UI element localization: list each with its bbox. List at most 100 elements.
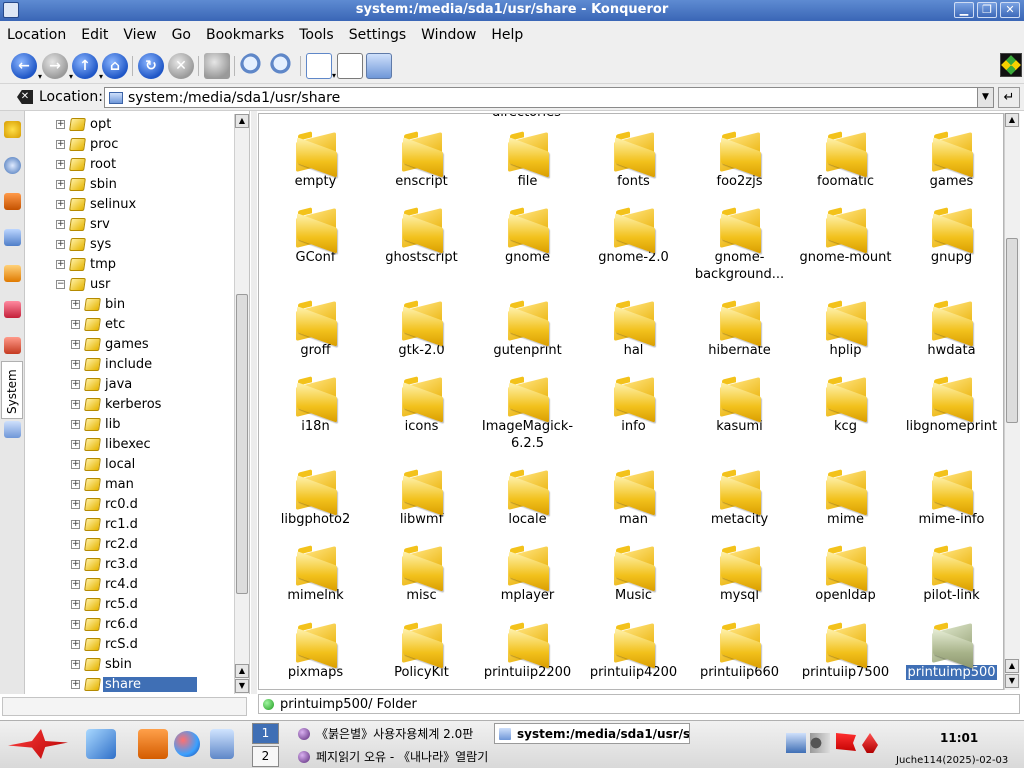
tree-item-rc1-d[interactable]: + rc1.d — [71, 514, 140, 534]
expand-icon[interactable]: + — [71, 299, 80, 309]
folder-item-kcg[interactable]: kcg — [793, 372, 898, 435]
up-dropdown-icon[interactable]: ▾ — [99, 72, 103, 81]
expand-icon[interactable]: + — [71, 639, 80, 649]
tree-item-rc6-d[interactable]: + rc6.d — [71, 614, 140, 634]
tree-item-opt[interactable]: + opt — [56, 114, 113, 134]
tree-item-libexec[interactable]: + libexec — [71, 434, 153, 454]
tree-item-root[interactable]: + root — [56, 154, 118, 174]
tree-item-srv[interactable]: + srv — [56, 214, 112, 234]
view-scroll-up-icon[interactable]: ▲ — [1005, 659, 1019, 673]
tree-item-sbin[interactable]: + sbin — [56, 174, 119, 194]
pager-desktop-2[interactable]: 2 — [252, 746, 279, 767]
volume-tray-icon[interactable] — [810, 733, 830, 753]
desktop-icon[interactable] — [86, 729, 116, 759]
folder-item-gconf[interactable]: GConf — [263, 203, 368, 266]
folder-item-gnome[interactable]: gnome — [475, 203, 580, 266]
clock-time[interactable]: 11:01 — [940, 731, 978, 745]
expand-icon[interactable]: + — [71, 439, 80, 449]
folder-item-printuimp500[interactable]: printuimp500 — [899, 618, 1003, 681]
tree-scroll-thumb[interactable] — [236, 294, 248, 594]
expand-icon[interactable]: + — [56, 179, 65, 189]
zoom-in-icon[interactable] — [240, 53, 266, 79]
menu-view[interactable]: View — [119, 27, 160, 43]
expand-icon[interactable]: + — [71, 459, 80, 469]
folder-item-printuiip660[interactable]: printuiip660 — [687, 618, 792, 681]
tree-item-rc3-d[interactable]: + rc3.d — [71, 554, 140, 574]
view-scroll-up-icon[interactable]: ▲ — [1005, 113, 1019, 127]
tree-scroll-down-icon[interactable]: ▼ — [235, 679, 249, 693]
folder-item-mime-info[interactable]: mime-info — [899, 465, 1003, 528]
back-icon[interactable]: ← ▾ — [11, 53, 42, 81]
folder-item-metacity[interactable]: metacity — [687, 465, 792, 528]
keyboard-layout-tray-icon[interactable] — [862, 733, 878, 753]
expand-icon[interactable]: + — [71, 319, 80, 329]
up-icon[interactable]: ↑ ▾ — [72, 53, 103, 81]
expand-icon[interactable]: + — [71, 359, 80, 369]
view-scrollbar[interactable]: ▲ ▲ ▼ — [1004, 113, 1020, 690]
tree-item-proc[interactable]: + proc — [56, 134, 120, 154]
task-button-redstar[interactable]: 《붉은별》사용자용체계 2.0판 — [294, 723, 494, 744]
view-scroll-down-icon[interactable]: ▼ — [1005, 674, 1019, 688]
folder-item-imagemagick-6-2-5[interactable]: ImageMagick-6.2.5 — [475, 372, 580, 452]
settings-icon[interactable] — [210, 729, 234, 759]
tree-item-sbin[interactable]: + sbin — [71, 654, 134, 674]
folder-item-gtk-2-0[interactable]: gtk-2.0 — [369, 296, 474, 359]
zoom-out-icon[interactable] — [270, 53, 296, 79]
folder-item-foo2zjs[interactable]: foo2zjs — [687, 127, 792, 190]
expand-icon[interactable]: + — [71, 679, 80, 689]
preview-icon[interactable] — [366, 53, 392, 79]
network-tab-icon[interactable] — [4, 229, 21, 246]
folder-item-mimelnk[interactable]: mimelnk — [263, 541, 368, 604]
folder-item-games[interactable]: games — [899, 127, 1003, 190]
tree-item-rc5-d[interactable]: + rc5.d — [71, 594, 140, 614]
expand-icon[interactable]: + — [71, 379, 80, 389]
close-button[interactable]: ✕ — [1000, 2, 1020, 18]
folder-item-hibernate[interactable]: hibernate — [687, 296, 792, 359]
folder-item-printuiip4200[interactable]: printuiip4200 — [581, 618, 686, 681]
folder-item-empty[interactable]: empty — [263, 127, 368, 190]
tree-item-rcs-d[interactable]: + rcS.d — [71, 634, 140, 654]
icon-view-icon[interactable]: ▾ — [306, 53, 336, 80]
menu-window[interactable]: Window — [417, 27, 480, 43]
folder-item-kasumi[interactable]: kasumi — [687, 372, 792, 435]
expand-icon[interactable]: + — [56, 259, 65, 269]
start-menu-red-star-icon[interactable] — [8, 729, 68, 759]
tree-item-sys[interactable]: + sys — [56, 234, 113, 254]
tree-item-usr[interactable]: − usr — [56, 274, 112, 294]
tree-item-tmp[interactable]: + tmp — [56, 254, 118, 274]
tree-item-share[interactable]: + share — [71, 674, 197, 694]
tree-item-rc0-d[interactable]: + rc0.d — [71, 494, 140, 514]
menu-go[interactable]: Go — [168, 27, 195, 43]
folder-item-libwmf[interactable]: libwmf — [369, 465, 474, 528]
menu-tools[interactable]: Tools — [295, 27, 338, 43]
folder-item-pixmaps[interactable]: pixmaps — [263, 618, 368, 681]
folder-item-man[interactable]: man — [581, 465, 686, 528]
menu-help[interactable]: Help — [487, 27, 527, 43]
folder-item-mplayer[interactable]: mplayer — [475, 541, 580, 604]
menu-edit[interactable]: Edit — [77, 27, 112, 43]
expand-icon[interactable]: + — [71, 579, 80, 589]
folder-item-gutenprint[interactable]: gutenprint — [475, 296, 580, 359]
maximize-button[interactable]: ❐ — [977, 2, 997, 18]
tree-item-man[interactable]: + man — [71, 474, 136, 494]
pager-desktop-1[interactable]: 1 — [252, 723, 279, 744]
folder-item-file[interactable]: file — [475, 127, 580, 190]
system-tab-icon[interactable] — [4, 421, 21, 438]
window-titlebar[interactable]: system:/media/sda1/usr/share - Konqueror… — [0, 0, 1024, 21]
expand-icon[interactable]: + — [56, 139, 65, 149]
menu-settings[interactable]: Settings — [345, 27, 410, 43]
expand-icon[interactable]: + — [71, 599, 80, 609]
minimize-button[interactable]: ▁ — [954, 2, 974, 18]
tree-item-java[interactable]: + java — [71, 374, 134, 394]
go-button[interactable]: ↵ — [998, 87, 1020, 108]
folder-item-info[interactable]: info — [581, 372, 686, 435]
folder-item-i18n[interactable]: i18n — [263, 372, 368, 435]
tree-scroll-up-icon[interactable]: ▲ — [235, 664, 249, 678]
services-tab-icon[interactable] — [4, 265, 21, 282]
tree-item-kerberos[interactable]: + kerberos — [71, 394, 163, 414]
menu-bookmarks[interactable]: Bookmarks — [202, 27, 288, 43]
folder-item-ghostscript[interactable]: ghostscript — [369, 203, 474, 266]
network-tray-icon[interactable] — [786, 733, 806, 753]
expand-icon[interactable]: + — [56, 119, 65, 129]
tree-item-local[interactable]: + local — [71, 454, 137, 474]
